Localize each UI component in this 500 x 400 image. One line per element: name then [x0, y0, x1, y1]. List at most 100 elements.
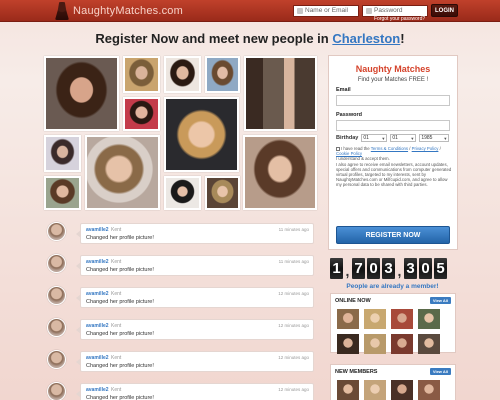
feed-item: avamille2 Kent Changed her profile picture…	[47, 286, 315, 314]
birth-month-select[interactable]: 01 ▼	[361, 134, 388, 142]
member-photo[interactable]	[85, 135, 160, 210]
register-now-button[interactable]: REGISTER NOW	[336, 226, 450, 244]
new-members-view-all-button[interactable]: View All	[429, 368, 451, 375]
login-button[interactable]: LOGIN	[431, 4, 458, 17]
counter-digit: 0	[367, 258, 380, 279]
feed-time: 12 minutes ago	[278, 291, 309, 296]
member-photo[interactable]	[244, 56, 317, 131]
new-member-thumb[interactable]	[364, 380, 386, 400]
registration-panel: Naughty Matches Find your Matches FREE !…	[328, 55, 458, 250]
avatar[interactable]	[47, 382, 66, 400]
privacy-link[interactable]: Privacy Policy	[412, 146, 439, 151]
feed-item: avamille2 Kent Changed her profile picture…	[47, 254, 315, 282]
counter-separator: ,	[397, 263, 402, 279]
member-photo[interactable]	[123, 97, 160, 131]
feed-city: Kent	[111, 227, 122, 233]
feed-time: 11 minutes ago	[278, 259, 309, 264]
feed-item: avamille2 Kent Changed her profile picture…	[47, 350, 315, 378]
feed-city: Kent	[111, 355, 122, 361]
avatar[interactable]	[47, 254, 66, 273]
birth-year-select[interactable]: 1985 ▼	[419, 134, 450, 142]
new-members-title: NEW MEMBERS	[335, 368, 378, 375]
forgot-password-link[interactable]: Forgot your password?	[374, 16, 425, 22]
feed-username-link[interactable]: avamille2	[86, 387, 109, 393]
feed-item: avamille2 Kent Changed her profile picture…	[47, 318, 315, 346]
feed-text: Changed her profile picture!	[86, 299, 154, 305]
registration-subtitle: Find your Matches FREE !	[357, 77, 429, 83]
registration-title: Naughty Matches	[355, 64, 431, 74]
chevron-down-icon: ▼	[410, 135, 415, 141]
logo-text: NaughtyMatches.com	[73, 5, 183, 17]
online-now-box: ONLINE NOW View All	[330, 293, 456, 354]
feed-bubble: avamille2 Kent Changed her profile picture…	[76, 223, 314, 244]
feed-text: Changed her profile picture!	[86, 235, 154, 241]
birthday-label: Birthday	[336, 135, 359, 141]
feed-username-link[interactable]: avamille2	[86, 259, 109, 265]
feed-city: Kent	[111, 291, 122, 297]
feed-text: Changed her profile picture!	[86, 267, 154, 273]
avatar[interactable]	[47, 350, 66, 369]
member-photo[interactable]	[205, 176, 240, 210]
feed-username-link[interactable]: avamille2	[86, 291, 109, 297]
feed-username-link[interactable]: avamille2	[86, 227, 109, 233]
member-photo[interactable]	[205, 56, 240, 93]
online-member-thumb[interactable]	[418, 334, 440, 354]
city-link[interactable]: Charleston	[332, 31, 400, 46]
feed-time: 12 minutes ago	[278, 387, 309, 392]
member-photo[interactable]	[44, 56, 119, 131]
logo-silhouette-icon	[55, 2, 69, 20]
new-member-thumb[interactable]	[418, 380, 440, 400]
lock-icon	[366, 7, 372, 14]
online-member-thumb[interactable]	[391, 309, 413, 329]
counter-digit: 1	[330, 258, 343, 279]
avatar[interactable]	[47, 222, 66, 241]
password-field[interactable]	[336, 120, 450, 131]
consent-text-2: I also agree to receive email newsletter…	[336, 161, 452, 188]
feed-username-link[interactable]: avamille2	[86, 323, 109, 329]
member-photo[interactable]	[164, 97, 239, 172]
terms-link[interactable]: Terms & Conditions	[371, 146, 408, 151]
feed-bubble: avamille2 Kent Changed her profile picture…	[76, 319, 314, 340]
member-photo[interactable]	[164, 56, 201, 93]
feed-text: Changed her profile picture!	[86, 395, 154, 400]
counter-digit: 7	[352, 258, 365, 279]
feed-bubble: avamille2 Kent Changed her profile picture…	[76, 287, 314, 308]
feed-bubble: avamille2 Kent Changed her profile picture…	[76, 255, 314, 276]
avatar[interactable]	[47, 286, 66, 305]
password-label: Password	[336, 112, 362, 118]
member-photo[interactable]	[164, 176, 201, 210]
online-now-view-all-button[interactable]: View All	[429, 297, 451, 304]
email-field[interactable]	[336, 95, 450, 106]
counter-digit: 0	[419, 258, 432, 279]
feed-text: Changed her profile picture!	[86, 331, 154, 337]
online-member-thumb[interactable]	[364, 309, 386, 329]
member-photo[interactable]	[123, 56, 160, 93]
online-member-thumb[interactable]	[391, 334, 413, 354]
feed-username-link[interactable]: avamille2	[86, 355, 109, 361]
new-member-thumb[interactable]	[337, 380, 359, 400]
feed-bubble: avamille2 Kent Changed her profile picture…	[76, 383, 314, 400]
terms-text: I have read the Terms & Conditions / Pri…	[336, 146, 454, 188]
counter-digit: 5	[434, 258, 447, 279]
feed-city: Kent	[111, 323, 122, 329]
new-members-box: NEW MEMBERS View All	[330, 364, 456, 400]
birth-day-select[interactable]: 01 ▼	[390, 134, 417, 142]
login-email-field[interactable]: Name or Email	[293, 4, 359, 17]
feed-item: avamille2 Kent Changed her profile picture…	[47, 222, 315, 250]
new-member-thumb[interactable]	[391, 380, 413, 400]
chevron-down-icon: ▼	[443, 135, 448, 141]
online-member-thumb[interactable]	[364, 334, 386, 354]
counter-separator: ,	[345, 263, 350, 279]
member-photo[interactable]	[44, 135, 81, 172]
user-icon	[297, 7, 303, 14]
member-photo[interactable]	[243, 135, 317, 210]
member-photo[interactable]	[44, 176, 81, 210]
online-member-thumb[interactable]	[337, 334, 359, 354]
online-member-thumb[interactable]	[337, 309, 359, 329]
site-logo[interactable]: NaughtyMatches.com	[55, 2, 183, 20]
counter-digit: 3	[404, 258, 417, 279]
avatar[interactable]	[47, 318, 66, 337]
feed-city: Kent	[111, 387, 122, 393]
online-member-thumb[interactable]	[418, 309, 440, 329]
login-password-field[interactable]: Password	[362, 4, 428, 17]
